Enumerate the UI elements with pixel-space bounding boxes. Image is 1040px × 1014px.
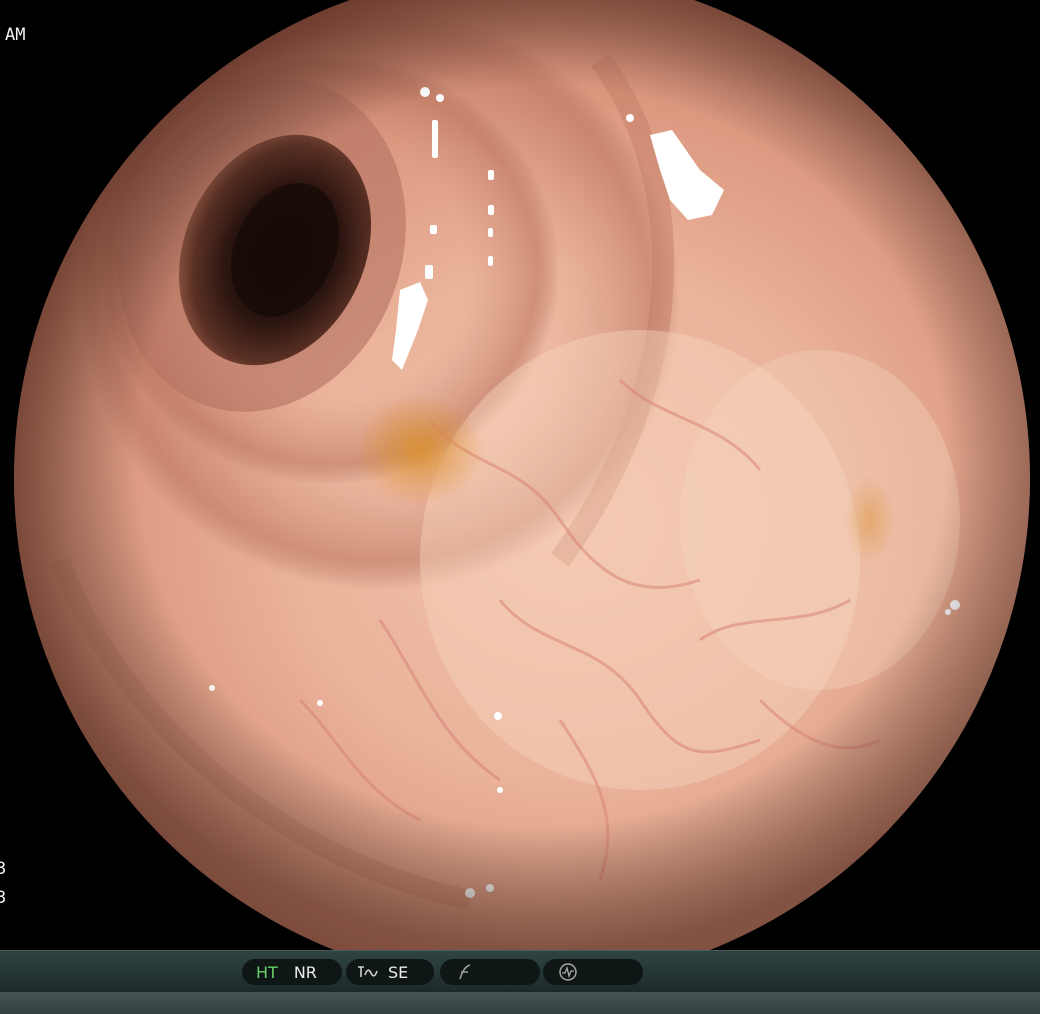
ht-nr-indicator: HT NR bbox=[242, 959, 342, 985]
left-edge-text-2: 3 bbox=[0, 888, 7, 908]
processor-status-bar: HT NR SE bbox=[0, 950, 1040, 993]
endoscope-frame: AM 3 3 HT NR SE bbox=[0, 0, 1040, 1014]
color-enhance-icon bbox=[454, 961, 476, 983]
waveform-icon bbox=[557, 961, 579, 983]
endoscopic-view bbox=[14, 0, 1030, 950]
lens-vignette bbox=[14, 0, 1030, 950]
color-enhance-group bbox=[440, 959, 540, 985]
status-bar-lower bbox=[0, 992, 1040, 1014]
nr-indicator: NR bbox=[293, 962, 317, 982]
ht-indicator: HT bbox=[256, 962, 278, 982]
left-edge-text-1: 3 bbox=[0, 859, 7, 879]
timestamp-text: AM bbox=[5, 25, 26, 45]
se-indicator: SE bbox=[388, 962, 409, 982]
waveform-group bbox=[543, 959, 643, 985]
se-indicator-group: SE bbox=[346, 959, 434, 985]
structure-enhance-icon bbox=[356, 961, 378, 983]
